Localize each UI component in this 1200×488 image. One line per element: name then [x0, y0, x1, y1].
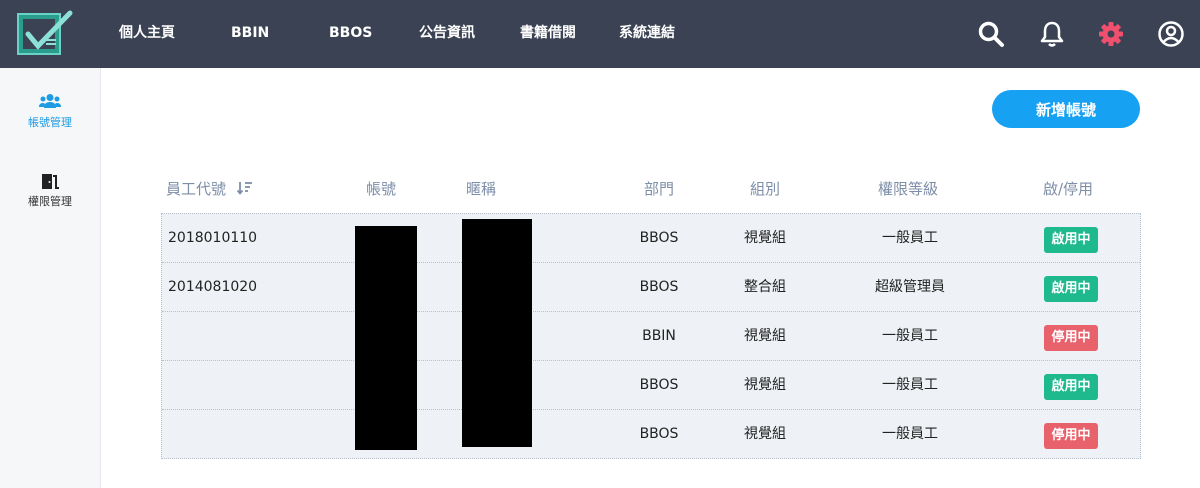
cell-department: BBOS [639, 426, 679, 442]
status-badge[interactable]: 啟用中 [1044, 374, 1098, 400]
sidebar-item-account-management[interactable]: 帳號管理 [0, 93, 100, 130]
nav-bbin[interactable]: BBIN [231, 0, 269, 68]
header-account: 帳號 [366, 180, 397, 198]
cell-permission: 一般員工 [882, 230, 938, 246]
nav-system-links[interactable]: 系統連結 [619, 0, 675, 68]
table-row[interactable]: BBOS 視覺組 一般員工 啟用中 [162, 361, 1140, 410]
table-row[interactable]: 2018010110 BBOS 視覺組 一般員工 啟用中 [162, 214, 1140, 263]
sidebar: 帳號管理 權限管理 [0, 68, 101, 488]
redacted-account-column [355, 226, 417, 450]
cell-group: 整合組 [744, 279, 786, 295]
status-badge[interactable]: 啟用中 [1044, 276, 1098, 302]
header-permission: 權限等級 [878, 180, 939, 198]
sort-desc-icon[interactable] [236, 179, 253, 201]
cell-permission: 一般員工 [882, 328, 938, 344]
status-badge[interactable]: 停用中 [1044, 423, 1098, 449]
bell-icon[interactable] [1037, 19, 1067, 49]
cell-permission: 超級管理員 [875, 279, 945, 295]
cell-group: 視覺組 [744, 328, 786, 344]
header-employee-id[interactable]: 員工代號 [166, 178, 253, 200]
cell-department: BBIN [642, 328, 676, 344]
search-icon[interactable] [976, 19, 1006, 49]
cell-permission: 一般員工 [882, 377, 938, 393]
gear-icon[interactable] [1096, 19, 1126, 49]
header-nickname: 暱稱 [466, 180, 497, 198]
door-icon [0, 172, 100, 190]
cell-employee-id: 2014081020 [168, 279, 258, 295]
table-row[interactable]: BBOS 視覺組 一般員工 停用中 [162, 410, 1140, 459]
sidebar-item-label: 帳號管理 [28, 116, 72, 129]
cell-group: 視覺組 [744, 426, 786, 442]
table-row[interactable]: 2014081020 BBOS 整合組 超級管理員 啟用中 [162, 263, 1140, 312]
cell-group: 視覺組 [744, 230, 786, 246]
nav-book-loans[interactable]: 書籍借閱 [520, 0, 576, 68]
status-badge[interactable]: 啟用中 [1044, 227, 1098, 253]
add-account-button[interactable]: 新增帳號 [992, 90, 1140, 128]
header-status: 啟/停用 [1043, 180, 1094, 198]
header-label: 員工代號 [166, 180, 227, 198]
header-department: 部門 [644, 180, 675, 198]
status-badge[interactable]: 停用中 [1044, 325, 1098, 351]
cell-department: BBOS [639, 377, 679, 393]
header-group: 組別 [750, 180, 781, 198]
cell-department: BBOS [639, 230, 679, 246]
table-row[interactable]: BBIN 視覺組 一般員工 停用中 [162, 312, 1140, 361]
sidebar-item-permission-management[interactable]: 權限管理 [0, 172, 100, 209]
redacted-nickname-column [462, 219, 532, 447]
top-navbar: 個人主頁 BBIN BBOS 公告資訊 書籍借閱 系統連結 [0, 0, 1200, 68]
nav-bbos[interactable]: BBOS [329, 0, 372, 68]
nav-home[interactable]: 個人主頁 [119, 0, 175, 68]
cell-department: BBOS [639, 279, 679, 295]
cell-employee-id: 2018010110 [168, 230, 258, 246]
accounts-table: 2018010110 BBOS 視覺組 一般員工 啟用中 2014081020 … [161, 213, 1141, 459]
users-icon [0, 93, 100, 111]
sidebar-item-label: 權限管理 [28, 195, 72, 208]
cell-permission: 一般員工 [882, 426, 938, 442]
nav-announcements[interactable]: 公告資訊 [419, 0, 475, 68]
app-logo[interactable] [16, 10, 78, 58]
user-circle-icon[interactable] [1156, 19, 1186, 49]
cell-group: 視覺組 [744, 377, 786, 393]
